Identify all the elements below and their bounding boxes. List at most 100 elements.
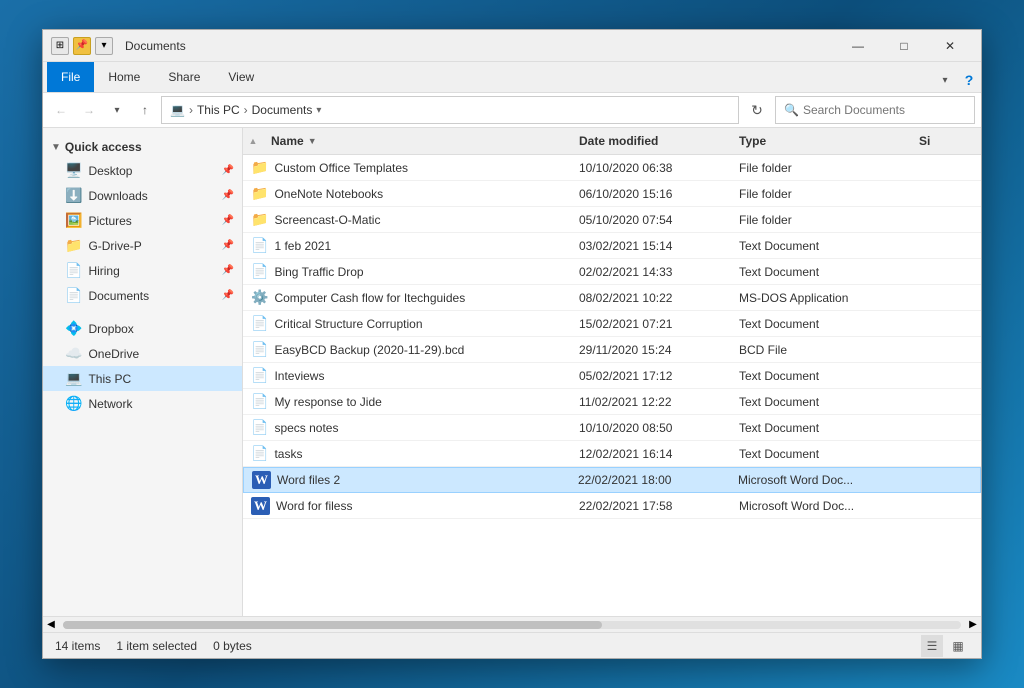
sidebar-pictures-label: Pictures [88,214,131,228]
sidebar-item-this-pc[interactable]: 💻 This PC [43,366,242,391]
scroll-right-btn[interactable]: ▶ [965,617,981,633]
file-row[interactable]: 📄 EasyBCD Backup (2020-11-29).bcd 29/11/… [243,337,981,363]
search-box[interactable]: 🔍 [775,96,975,124]
col-header-name[interactable]: Name ▼ [263,128,571,154]
large-icon-view-button[interactable]: ▦ [947,635,969,657]
search-input[interactable] [803,103,966,117]
file-type: Microsoft Word Doc... [730,473,910,487]
file-date: 05/02/2021 17:12 [571,369,731,383]
path-this-pc: 💻 [170,103,185,117]
scroll-thumb[interactable] [63,621,602,629]
tab-file[interactable]: File [47,62,94,92]
pin-icon: 📌 [222,240,234,251]
file-row[interactable]: ⚙️ Computer Cash flow for Itechguides 08… [243,285,981,311]
dropdown-icon[interactable]: ▾ [95,37,113,55]
maximize-button[interactable]: □ [881,30,927,62]
file-name: 📄 My response to Jide [243,393,571,410]
file-row[interactable]: 📄 Critical Structure Corruption 15/02/20… [243,311,981,337]
minimize-button[interactable]: — [835,30,881,62]
file-date: 22/02/2021 18:00 [570,473,730,487]
recent-locations-button[interactable]: ▾ [105,98,129,122]
refresh-button[interactable]: ↻ [743,96,771,124]
file-row[interactable]: 📄 Inteviews 05/02/2021 17:12 Text Docume… [243,363,981,389]
file-row[interactable]: 📁 OneNote Notebooks 06/10/2020 15:16 Fil… [243,181,981,207]
folder-icon: 📁 [251,211,268,228]
file-type: Text Document [731,395,911,409]
scroll-left-btn[interactable]: ◀ [43,617,59,633]
sidebar-network-label: Network [88,397,132,411]
document-icon: 📄 [251,237,268,254]
file-name: 📄 Critical Structure Corruption [243,315,571,332]
detail-view-button[interactable]: ☰ [921,635,943,657]
address-bar: ← → ▾ ↑ 💻 › This PC › Documents ▾ ↻ 🔍 [43,92,981,128]
sidebar-item-downloads[interactable]: ⬇️ Downloads 📌 [43,183,242,208]
address-path[interactable]: 💻 › This PC › Documents ▾ [161,96,739,124]
file-name: 📄 specs notes [243,419,571,436]
sort-arrow: ▼ [308,136,317,146]
file-name: 📄 1 feb 2021 [243,237,571,254]
pin-icon: 📌 [222,290,234,301]
help-btn[interactable]: ? [957,68,981,92]
sidebar-item-gdrive[interactable]: 📁 G-Drive-P 📌 [43,233,242,258]
file-list-header: ▲ Name ▼ Date modified Type Si [243,128,981,155]
file-row[interactable]: 📄 My response to Jide 11/02/2021 12:22 T… [243,389,981,415]
file-type: Text Document [731,265,911,279]
file-row[interactable]: 📁 Custom Office Templates 10/10/2020 06:… [243,155,981,181]
file-row[interactable]: 📄 1 feb 2021 03/02/2021 15:14 Text Docum… [243,233,981,259]
file-name: ⚙️ Computer Cash flow for Itechguides [243,289,571,306]
sidebar-item-onedrive[interactable]: ☁️ OneDrive [43,341,242,366]
file-date: 05/10/2020 07:54 [571,213,731,227]
sidebar-item-network[interactable]: 🌐 Network [43,391,242,416]
col-header-type[interactable]: Type [731,128,911,154]
file-row[interactable]: W Word for filess 22/02/2021 17:58 Micro… [243,493,981,519]
hiring-icon: 📄 [65,262,82,279]
col-header-size[interactable]: Si [911,128,981,154]
file-row[interactable]: 📄 Bing Traffic Drop 02/02/2021 14:33 Tex… [243,259,981,285]
search-icon: 🔍 [784,103,799,117]
tab-view[interactable]: View [214,62,268,92]
file-name: 📄 EasyBCD Backup (2020-11-29).bcd [243,341,571,358]
tab-share[interactable]: Share [154,62,214,92]
ribbon-tabs: File Home Share View ▾ ? [43,62,981,92]
document-icon: 📄 [251,393,268,410]
path-this-pc-label: This PC [197,103,240,117]
file-type: File folder [731,187,911,201]
ribbon-collapse-btn[interactable]: ▾ [933,68,957,92]
sidebar-dropbox-label: Dropbox [88,322,133,336]
file-type: BCD File [731,343,911,357]
file-type: Microsoft Word Doc... [731,499,911,513]
file-row[interactable]: 📁 Screencast-O-Matic 05/10/2020 07:54 Fi… [243,207,981,233]
statusbar: 14 items 1 item selected 0 bytes ☰ ▦ [43,632,981,658]
tab-home[interactable]: Home [94,62,154,92]
file-date: 03/02/2021 15:14 [571,239,731,253]
sidebar-item-hiring[interactable]: 📄 Hiring 📌 [43,258,242,283]
back-button[interactable]: ← [49,98,73,122]
col-header-date[interactable]: Date modified [571,128,731,154]
file-row[interactable]: W Word files 2 22/02/2021 18:00 Microsof… [243,467,981,493]
horizontal-scrollbar[interactable]: ◀ ▶ [43,616,981,632]
titlebar-icons: ⊞ 📌 ▾ [51,37,113,55]
forward-button[interactable]: → [77,98,101,122]
close-button[interactable]: ✕ [927,30,973,62]
file-date: 08/02/2021 10:22 [571,291,731,305]
up-button[interactable]: ↑ [133,98,157,122]
sidebar-item-documents[interactable]: 📄 Documents 📌 [43,283,242,308]
file-date: 12/02/2021 16:14 [571,447,731,461]
file-row[interactable]: 📄 specs notes 10/10/2020 08:50 Text Docu… [243,415,981,441]
file-rows-container: 📁 Custom Office Templates 10/10/2020 06:… [243,155,981,519]
file-date: 02/02/2021 14:33 [571,265,731,279]
document-icon: 📄 [251,341,268,358]
scroll-track[interactable] [63,621,961,629]
sidebar-item-dropbox[interactable]: 💠 Dropbox [43,316,242,341]
document-icon: 📄 [251,367,268,384]
file-name: 📄 Bing Traffic Drop [243,263,571,280]
titlebar: ⊞ 📌 ▾ Documents — □ ✕ [43,30,981,62]
file-row[interactable]: 📄 tasks 12/02/2021 16:14 Text Document [243,441,981,467]
pin-icon: 📌 [222,165,234,176]
sidebar-onedrive-label: OneDrive [88,347,139,361]
sidebar-item-desktop[interactable]: 🖥️ Desktop 📌 [43,158,242,183]
file-name: 📁 OneNote Notebooks [243,185,571,202]
sidebar-item-pictures[interactable]: 🖼️ Pictures 📌 [43,208,242,233]
file-date: 11/02/2021 12:22 [571,395,731,409]
quick-access-header[interactable]: ▼ Quick access [43,136,242,158]
